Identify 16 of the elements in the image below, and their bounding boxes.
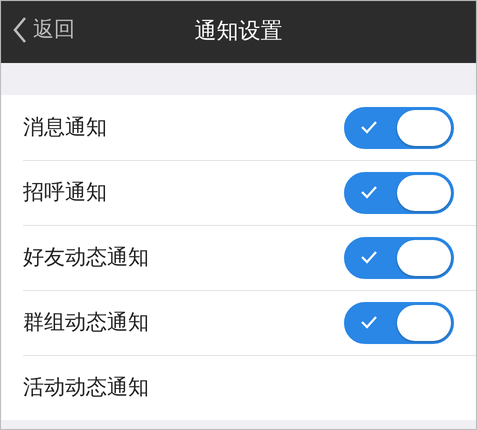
check-icon	[360, 250, 378, 264]
setting-label: 活动动态通知	[23, 374, 149, 401]
toggle-switch[interactable]	[344, 172, 454, 214]
toggle-switch[interactable]	[344, 236, 454, 278]
check-icon	[360, 120, 378, 134]
setting-label: 消息通知	[23, 114, 107, 141]
back-button[interactable]: 返回	[13, 14, 75, 46]
check-icon	[360, 184, 378, 198]
setting-label: 招呼通知	[23, 178, 107, 206]
setting-label: 群组动态通知	[23, 308, 149, 336]
toggle-switch[interactable]	[344, 106, 454, 148]
page-title: 通知设置	[194, 19, 282, 44]
toggle-switch[interactable]	[344, 302, 454, 344]
setting-label: 好友动态通知	[23, 244, 149, 271]
check-icon	[360, 314, 378, 328]
back-chevron-icon	[13, 16, 27, 44]
